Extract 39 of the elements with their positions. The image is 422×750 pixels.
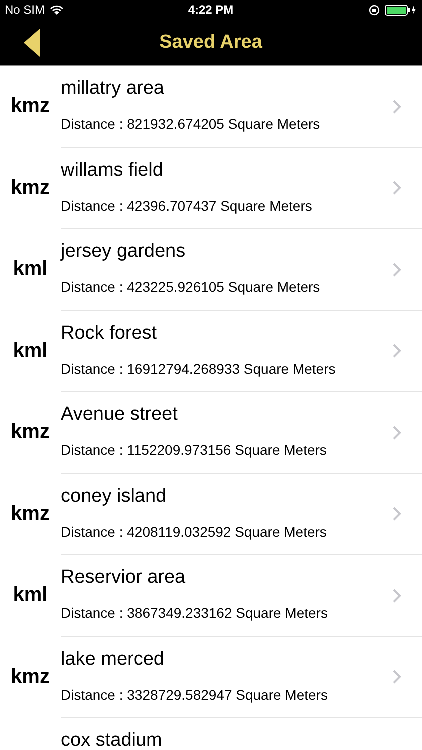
area-distance: Distance : 1152209.973156 Square Meters: [61, 442, 327, 458]
battery-icon: [385, 4, 417, 16]
rotation-lock-icon: [369, 4, 380, 16]
area-distance: Distance : 42396.707437 Square Meters: [61, 198, 312, 214]
area-distance: Distance : 821932.674205 Square Meters: [61, 116, 320, 132]
file-type-label: kml: [12, 340, 49, 363]
file-type-label: kmz: [10, 421, 51, 444]
chevron-icon: [393, 262, 402, 277]
wifi-icon: [50, 4, 64, 16]
file-type-label: kmz: [10, 176, 51, 200]
file-type-label: kml: [12, 584, 49, 608]
area-name: jersey gardens: [61, 241, 186, 263]
area-distance: Distance : 423225.926105 Square Meters: [61, 279, 320, 295]
area-distance: Distance : 3867349.233162 Square Meters: [61, 605, 328, 621]
area-name: cox stadium: [61, 730, 162, 750]
nav-title: Saved Area: [160, 32, 262, 54]
area-name: willams field: [61, 160, 164, 182]
area-name: Rock forest: [61, 322, 158, 344]
carrier-label: No SIM: [5, 3, 46, 17]
file-type-label: kmz: [10, 502, 51, 526]
chevron-icon: [393, 426, 402, 440]
area-name: millatry area: [61, 78, 164, 100]
area-distance: Distance : 4208119.032592 Square Meters: [61, 524, 327, 540]
area-name: coney island: [61, 486, 167, 508]
file-type-label: kmz: [10, 666, 51, 689]
area-distance: Distance : 3328729.582947 Square Meters: [61, 686, 328, 702]
area-distance: Distance : 16912794.268933 Square Meters: [61, 360, 336, 376]
area-name: lake merced: [61, 648, 164, 670]
chevron-icon: [393, 507, 402, 522]
chevron-icon: [393, 670, 402, 684]
chevron-icon: [393, 344, 402, 358]
file-type-label: kml: [12, 258, 49, 282]
file-type-label: kmz: [10, 95, 51, 118]
chevron-icon: [393, 181, 402, 196]
status-time: 4:22 PM: [188, 3, 234, 17]
chevron-icon: [393, 100, 402, 114]
chevron-icon: [393, 588, 402, 603]
area-name: Avenue street: [61, 404, 178, 426]
area-name: Reservior area: [61, 567, 186, 589]
